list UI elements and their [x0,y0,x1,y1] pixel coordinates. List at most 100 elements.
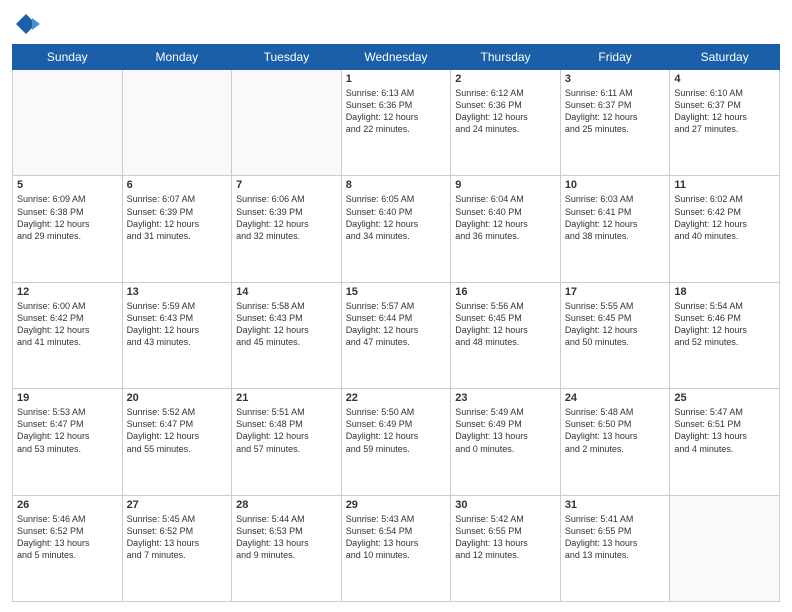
calendar-cell: 4 Sunrise: 6:10 AM Sunset: 6:37 PM Daylig… [670,70,780,176]
day-number: 7 [236,179,337,191]
calendar-cell: 11 Sunrise: 6:02 AM Sunset: 6:42 PM Dayli… [670,176,780,282]
header [12,10,780,38]
cell-info: Sunrise: 5:57 AM Sunset: 6:44 PM Dayligh… [346,300,447,349]
weekday-wednesday: Wednesday [341,45,451,70]
day-number: 29 [346,499,447,511]
calendar-cell: 27Sunrise: 5:45 AM Sunset: 6:52 PM Dayli… [122,495,232,601]
day-number: 3 [565,73,666,85]
cell-info: Sunrise: 6:10 AM Sunset: 6:37 PM Dayligh… [674,87,775,136]
calendar-cell: 7 Sunrise: 6:06 AM Sunset: 6:39 PM Daylig… [232,176,342,282]
page: SundayMondayTuesdayWednesdayThursdayFrid… [0,0,792,612]
day-number: 17 [565,286,666,298]
calendar-cell [13,70,123,176]
weekday-header-row: SundayMondayTuesdayWednesdayThursdayFrid… [13,45,780,70]
logo-icon [12,10,40,38]
cell-info: Sunrise: 5:48 AM Sunset: 6:50 PM Dayligh… [565,406,666,455]
day-number: 12 [17,286,118,298]
day-number: 1 [346,73,447,85]
cell-info: Sunrise: 5:58 AM Sunset: 6:43 PM Dayligh… [236,300,337,349]
weekday-monday: Monday [122,45,232,70]
calendar-week-3: 19 Sunrise: 5:53 AM Sunset: 6:47 PM Dayli… [13,389,780,495]
cell-info: Sunrise: 6:07 AM Sunset: 6:39 PM Dayligh… [127,193,228,242]
day-number: 19 [17,392,118,404]
cell-info: Sunrise: 5:44 AM Sunset: 6:53 PM Dayligh… [236,513,337,562]
weekday-sunday: Sunday [13,45,123,70]
cell-info: Sunrise: 5:42 AM Sunset: 6:55 PM Dayligh… [455,513,556,562]
calendar-cell: 8 Sunrise: 6:05 AM Sunset: 6:40 PM Daylig… [341,176,451,282]
calendar-cell: 2Sunrise: 6:12 AM Sunset: 6:36 PM Daylig… [451,70,561,176]
calendar-cell: 5 Sunrise: 6:09 AM Sunset: 6:38 PM Daylig… [13,176,123,282]
day-number: 10 [565,179,666,191]
cell-info: Sunrise: 5:45 AM Sunset: 6:52 PM Dayligh… [127,513,228,562]
weekday-friday: Friday [560,45,670,70]
cell-info: Sunrise: 6:12 AM Sunset: 6:36 PM Dayligh… [455,87,556,136]
calendar-table: SundayMondayTuesdayWednesdayThursdayFrid… [12,44,780,602]
calendar-cell: 19 Sunrise: 5:53 AM Sunset: 6:47 PM Dayli… [13,389,123,495]
day-number: 25 [674,392,775,404]
day-number: 14 [236,286,337,298]
cell-info: Sunrise: 6:05 AM Sunset: 6:40 PM Dayligh… [346,193,447,242]
calendar-cell: 10 Sunrise: 6:03 AM Sunset: 6:41 PM Dayli… [560,176,670,282]
cell-info: Sunrise: 5:46 AM Sunset: 6:52 PM Dayligh… [17,513,118,562]
day-number: 6 [127,179,228,191]
calendar-cell [232,70,342,176]
logo [12,10,44,38]
calendar-cell: 28 Sunrise: 5:44 AM Sunset: 6:53 PM Dayli… [232,495,342,601]
day-number: 30 [455,499,556,511]
cell-info: Sunrise: 6:03 AM Sunset: 6:41 PM Dayligh… [565,193,666,242]
cell-info: Sunrise: 5:56 AM Sunset: 6:45 PM Dayligh… [455,300,556,349]
cell-info: Sunrise: 6:09 AM Sunset: 6:38 PM Dayligh… [17,193,118,242]
day-number: 4 [674,73,775,85]
calendar-cell: 21 Sunrise: 5:51 AM Sunset: 6:48 PM Dayli… [232,389,342,495]
weekday-tuesday: Tuesday [232,45,342,70]
day-number: 8 [346,179,447,191]
calendar-cell: 25 Sunrise: 5:47 AM Sunset: 6:51 PM Dayli… [670,389,780,495]
day-number: 9 [455,179,556,191]
calendar-cell: 24Sunrise: 5:48 AM Sunset: 6:50 PM Dayli… [560,389,670,495]
calendar-cell: 15Sunrise: 5:57 AM Sunset: 6:44 PM Dayli… [341,282,451,388]
calendar-week-2: 12 Sunrise: 6:00 AM Sunset: 6:42 PM Dayli… [13,282,780,388]
day-number: 11 [674,179,775,191]
cell-info: Sunrise: 5:51 AM Sunset: 6:48 PM Dayligh… [236,406,337,455]
day-number: 28 [236,499,337,511]
calendar-cell: 14 Sunrise: 5:58 AM Sunset: 6:43 PM Dayli… [232,282,342,388]
cell-info: Sunrise: 6:02 AM Sunset: 6:42 PM Dayligh… [674,193,775,242]
calendar-cell: 18 Sunrise: 5:54 AM Sunset: 6:46 PM Dayli… [670,282,780,388]
calendar-cell: 17 Sunrise: 5:55 AM Sunset: 6:45 PM Dayli… [560,282,670,388]
calendar-cell: 12 Sunrise: 6:00 AM Sunset: 6:42 PM Dayli… [13,282,123,388]
cell-info: Sunrise: 5:53 AM Sunset: 6:47 PM Dayligh… [17,406,118,455]
calendar-cell: 1 Sunrise: 6:13 AM Sunset: 6:36 PM Daylig… [341,70,451,176]
cell-info: Sunrise: 5:50 AM Sunset: 6:49 PM Dayligh… [346,406,447,455]
calendar-cell: 31Sunrise: 5:41 AM Sunset: 6:55 PM Dayli… [560,495,670,601]
day-number: 18 [674,286,775,298]
calendar-cell: 22 Sunrise: 5:50 AM Sunset: 6:49 PM Dayli… [341,389,451,495]
calendar-cell: 16Sunrise: 5:56 AM Sunset: 6:45 PM Dayli… [451,282,561,388]
cell-info: Sunrise: 5:54 AM Sunset: 6:46 PM Dayligh… [674,300,775,349]
day-number: 5 [17,179,118,191]
calendar-cell: 6 Sunrise: 6:07 AM Sunset: 6:39 PM Daylig… [122,176,232,282]
cell-info: Sunrise: 5:41 AM Sunset: 6:55 PM Dayligh… [565,513,666,562]
cell-info: Sunrise: 6:06 AM Sunset: 6:39 PM Dayligh… [236,193,337,242]
day-number: 23 [455,392,556,404]
calendar-cell [670,495,780,601]
calendar-week-1: 5 Sunrise: 6:09 AM Sunset: 6:38 PM Daylig… [13,176,780,282]
calendar-cell: 30 Sunrise: 5:42 AM Sunset: 6:55 PM Dayli… [451,495,561,601]
cell-info: Sunrise: 6:13 AM Sunset: 6:36 PM Dayligh… [346,87,447,136]
calendar-cell: 3Sunrise: 6:11 AM Sunset: 6:37 PM Daylig… [560,70,670,176]
cell-info: Sunrise: 6:04 AM Sunset: 6:40 PM Dayligh… [455,193,556,242]
calendar-cell [122,70,232,176]
cell-info: Sunrise: 6:00 AM Sunset: 6:42 PM Dayligh… [17,300,118,349]
cell-info: Sunrise: 5:49 AM Sunset: 6:49 PM Dayligh… [455,406,556,455]
cell-info: Sunrise: 5:55 AM Sunset: 6:45 PM Dayligh… [565,300,666,349]
cell-info: Sunrise: 5:43 AM Sunset: 6:54 PM Dayligh… [346,513,447,562]
calendar-cell: 23 Sunrise: 5:49 AM Sunset: 6:49 PM Dayli… [451,389,561,495]
day-number: 13 [127,286,228,298]
weekday-saturday: Saturday [670,45,780,70]
calendar-cell: 26 Sunrise: 5:46 AM Sunset: 6:52 PM Dayli… [13,495,123,601]
weekday-thursday: Thursday [451,45,561,70]
day-number: 22 [346,392,447,404]
day-number: 26 [17,499,118,511]
cell-info: Sunrise: 5:47 AM Sunset: 6:51 PM Dayligh… [674,406,775,455]
calendar-cell: 29 Sunrise: 5:43 AM Sunset: 6:54 PM Dayli… [341,495,451,601]
day-number: 21 [236,392,337,404]
